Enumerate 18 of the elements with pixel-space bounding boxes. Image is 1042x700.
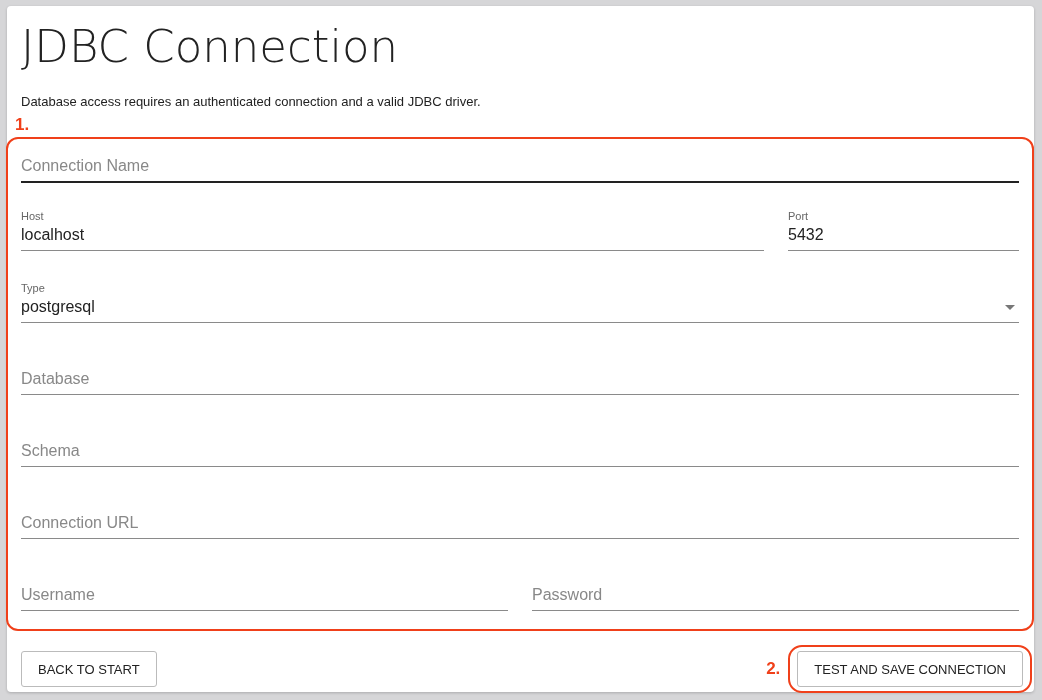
input-field[interactable]: 5432 [788, 226, 1019, 251]
page-title: JDBC Connection [21, 20, 399, 74]
annotation-number: 2. [766, 659, 781, 679]
description: Database access requires an authenticated connection and a valid JDBC driver. [21, 94, 482, 109]
dropdown-caret-icon [1005, 304, 1015, 310]
password-field[interactable]: Password [532, 586, 1019, 611]
select-field[interactable]: Type postgresql [21, 265, 1019, 323]
back-to-start-button[interactable]: BACK TO START [21, 651, 157, 687]
input-field[interactable]: Database [21, 370, 1019, 395]
input-field[interactable]: Connection Name [21, 157, 1019, 183]
annotation-number: 1. [15, 117, 31, 133]
input-field[interactable]: localhost [21, 226, 764, 251]
input-field[interactable]: Username [21, 586, 508, 611]
input-field[interactable]: Connection URL [21, 514, 1019, 539]
field-label: Host [21, 210, 45, 222]
input-field[interactable]: Schema [21, 442, 1019, 467]
field-label: Port [788, 210, 810, 222]
test-and-save-button[interactable]: TEST AND SAVE CONNECTION [797, 651, 1023, 687]
